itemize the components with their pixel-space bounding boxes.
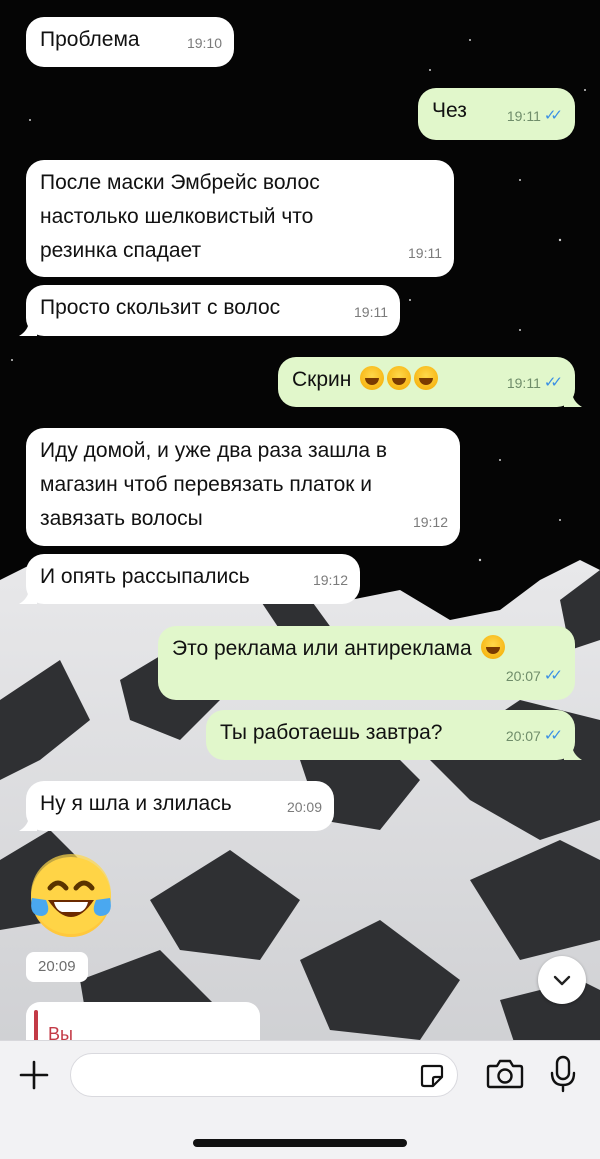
message-text: магазин чтоб перевязать платок и [40, 473, 373, 496]
message-text: Скрин [292, 368, 352, 391]
message-text: Ну я шла и злилась [40, 792, 232, 815]
bubble-tail [564, 744, 582, 760]
chevron-down-icon [553, 975, 571, 986]
read-ticks-icon: ✓✓ [543, 107, 563, 124]
message-text: Просто скользит с волос [40, 296, 281, 319]
message-outgoing[interactable]: Чез 19:11 ✓✓ [418, 88, 575, 140]
message-text: резинка спадает [40, 239, 202, 262]
message-text: Ты работаешь завтра? [220, 721, 443, 744]
message-time: 19:10 [186, 35, 222, 51]
message-time: 20:07 ✓✓ [506, 719, 563, 753]
camera-icon[interactable] [486, 1057, 524, 1091]
microphone-icon[interactable] [548, 1055, 578, 1093]
message-time: 19:11 [408, 245, 442, 261]
message-incoming[interactable]: Иду домой, и уже два раза зашла в магази… [26, 428, 460, 546]
rofl-emoji-icon [414, 366, 439, 390]
scroll-to-bottom-button[interactable] [538, 956, 586, 1004]
bubble-tail [564, 391, 582, 407]
message-text: Это реклама или антиреклама [172, 637, 472, 660]
message-outgoing[interactable]: Скрин 19:11 ✓✓ [278, 357, 582, 407]
bubble-tail [19, 320, 37, 336]
message-time: 19:12 [312, 572, 348, 588]
message-text: Чез [432, 99, 467, 122]
message-time: 20:07 ✓✓ [506, 659, 563, 693]
read-ticks-icon: ✓✓ [543, 374, 563, 391]
message-time: 20:09 [286, 799, 322, 815]
read-ticks-icon: ✓✓ [543, 667, 563, 684]
message-incoming[interactable]: После маски Эмбрейс волос настолько шелк… [26, 160, 454, 277]
message-text: Иду домой, и уже два раза зашла в [40, 439, 388, 462]
composer-bar [0, 1040, 600, 1159]
message-incoming[interactable]: Ну я шла и злилась 20:09 [19, 781, 334, 831]
message-text: Проблема [40, 28, 140, 51]
message-text: завязать волосы [40, 507, 203, 530]
message-input[interactable] [70, 1053, 458, 1097]
message-incoming[interactable]: И опять рассыпались 19:12 [19, 554, 360, 604]
bubble-tail [19, 588, 37, 604]
message-outgoing[interactable]: Ты работаешь завтра? 20:07 ✓✓ [206, 710, 582, 760]
message-text: После маски Эмбрейс волос [40, 171, 320, 194]
message-time: 20:09 [26, 952, 88, 982]
bubble-tail [19, 815, 37, 831]
plus-icon[interactable] [18, 1059, 50, 1091]
message-outgoing[interactable]: Это реклама или антиреклама 20:07 ✓✓ [158, 626, 575, 700]
message-time: 19:11 [354, 304, 388, 320]
message-text: И опять рассыпались [40, 565, 250, 588]
message-time: 19:11 ✓✓ [507, 366, 563, 400]
message-time: 19:11 ✓✓ [507, 99, 563, 133]
sticker-icon[interactable] [419, 1063, 445, 1089]
message-incoming[interactable]: Проблема 19:10 [26, 17, 234, 67]
tears-of-joy-emoji-icon[interactable] [28, 854, 114, 940]
rofl-emoji-icon [387, 366, 412, 390]
rofl-emoji-icon [480, 635, 505, 659]
home-indicator [193, 1139, 407, 1147]
rofl-emoji-icon [360, 366, 385, 390]
read-ticks-icon: ✓✓ [543, 727, 563, 744]
message-incoming[interactable]: Просто скользит с волос 19:11 [19, 285, 400, 336]
message-text: настолько шелковистый что [40, 205, 314, 228]
message-time: 19:12 [412, 514, 448, 530]
